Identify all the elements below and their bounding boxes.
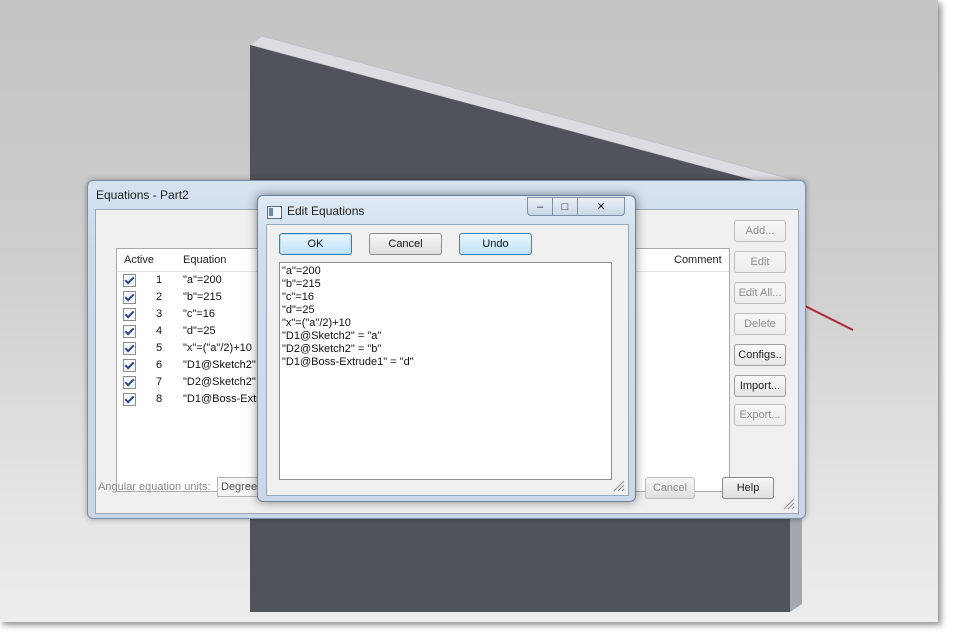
equations-window-title: Equations - Part2 xyxy=(96,188,189,202)
column-header-active[interactable]: Active xyxy=(124,254,154,266)
edit-all-button[interactable]: Edit All... xyxy=(734,282,786,304)
caption-buttons: – □ ✕ xyxy=(527,197,626,216)
column-header-comment[interactable]: Comment xyxy=(674,254,722,266)
equation-line: "x"=("a"/2)+10 xyxy=(282,317,351,329)
equations-text-area[interactable]: "a"=200 "b"=215 "c"=16 "d"=25 "x"=("a"/2… xyxy=(279,262,612,480)
equation-line: "a"=200 xyxy=(282,265,321,277)
active-checkbox[interactable] xyxy=(123,291,136,304)
maximize-icon[interactable]: □ xyxy=(552,197,578,216)
minimize-icon[interactable]: – xyxy=(527,197,553,216)
active-checkbox[interactable] xyxy=(123,376,136,389)
equation-line: "D1@Sketch2" = "a" xyxy=(282,330,382,342)
equation-line: "c"=16 xyxy=(282,291,314,303)
active-checkbox[interactable] xyxy=(123,325,136,338)
add-button[interactable]: Add... xyxy=(734,220,786,242)
edit-equations-dialog: Edit Equations – □ ✕ OK Cancel Undo "a"=… xyxy=(257,195,636,502)
active-checkbox[interactable] xyxy=(123,359,136,372)
angular-units-label: Angular equation units: xyxy=(98,481,211,493)
edit-dialog-title: Edit Equations xyxy=(287,204,365,218)
equation-line: "D1@Boss-Extrude1" = "d" xyxy=(282,356,414,368)
cancel-button[interactable]: Cancel xyxy=(645,477,695,499)
edit-button[interactable]: Edit xyxy=(734,251,786,273)
delete-button[interactable]: Delete xyxy=(734,313,786,335)
resize-grip-icon[interactable] xyxy=(613,480,625,492)
edit-dialog-client: OK Cancel Undo "a"=200 "b"=215 "c"=16 "d… xyxy=(266,224,629,496)
ok-button[interactable]: OK xyxy=(279,233,352,255)
import-button[interactable]: Import... xyxy=(734,375,786,397)
undo-button[interactable]: Undo xyxy=(459,233,532,255)
configs-button[interactable]: Configs.. xyxy=(734,344,786,366)
equation-line: "D2@Sketch2" = "b" xyxy=(282,343,382,355)
active-checkbox[interactable] xyxy=(123,274,136,287)
export-button[interactable]: Export... xyxy=(734,404,786,426)
equation-line: "d"=25 xyxy=(282,304,315,316)
cancel-button[interactable]: Cancel xyxy=(369,233,442,255)
column-header-equation[interactable]: Equation xyxy=(183,254,226,266)
active-checkbox[interactable] xyxy=(123,342,136,355)
active-checkbox[interactable] xyxy=(123,308,136,321)
help-button[interactable]: Help xyxy=(722,477,774,499)
active-checkbox[interactable] xyxy=(123,393,136,406)
close-icon[interactable]: ✕ xyxy=(577,197,625,216)
resize-grip-icon[interactable] xyxy=(783,498,795,510)
window-app-icon xyxy=(267,206,282,219)
equation-line: "b"=215 xyxy=(282,278,321,290)
